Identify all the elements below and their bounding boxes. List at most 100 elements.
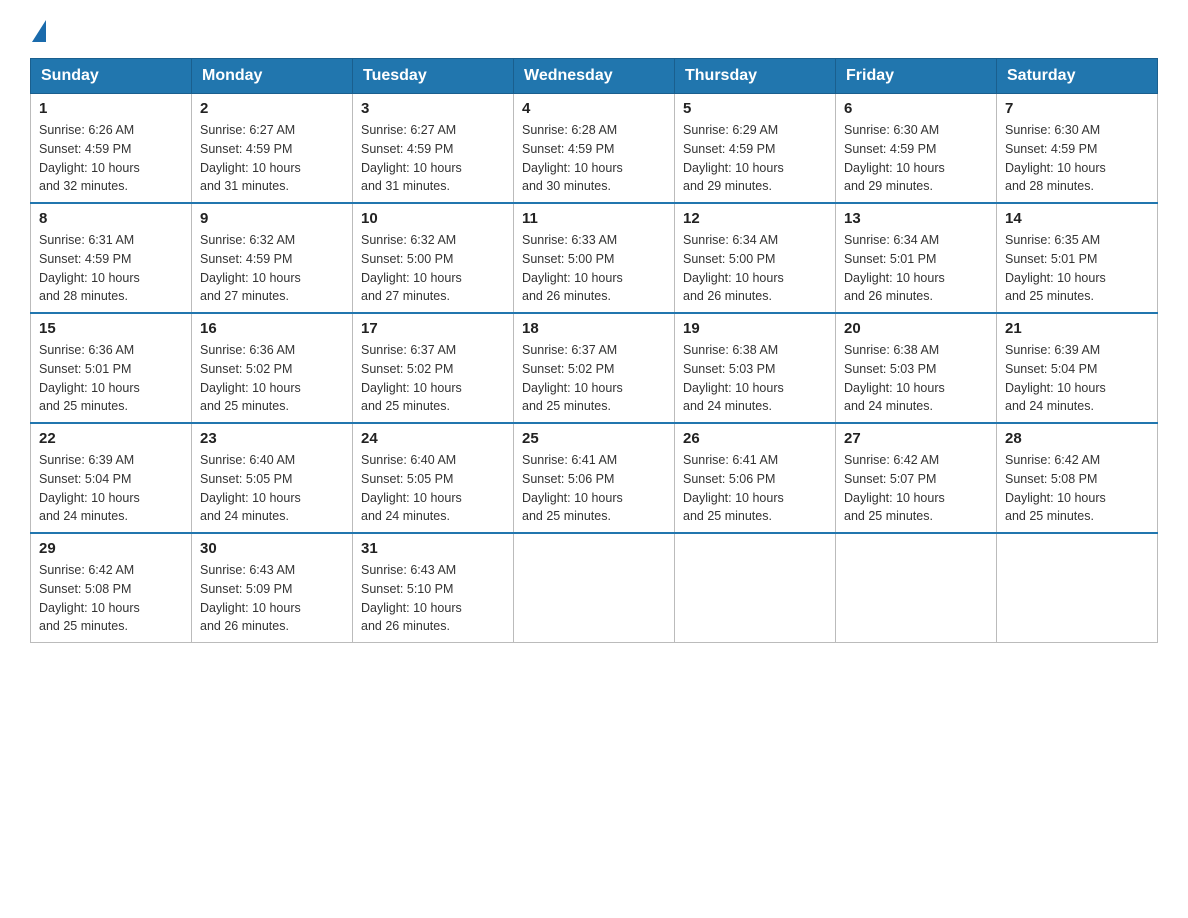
day-number: 17 xyxy=(361,320,505,337)
calendar-header-friday: Friday xyxy=(836,59,997,94)
day-number: 7 xyxy=(1005,100,1149,117)
day-info: Sunrise: 6:34 AMSunset: 5:01 PMDaylight:… xyxy=(844,233,945,303)
day-number: 15 xyxy=(39,320,183,337)
day-info: Sunrise: 6:37 AMSunset: 5:02 PMDaylight:… xyxy=(361,343,462,413)
calendar-cell: 17 Sunrise: 6:37 AMSunset: 5:02 PMDaylig… xyxy=(353,313,514,423)
day-info: Sunrise: 6:31 AMSunset: 4:59 PMDaylight:… xyxy=(39,233,140,303)
calendar-header-wednesday: Wednesday xyxy=(514,59,675,94)
day-number: 27 xyxy=(844,430,988,447)
day-info: Sunrise: 6:38 AMSunset: 5:03 PMDaylight:… xyxy=(844,343,945,413)
day-info: Sunrise: 6:41 AMSunset: 5:06 PMDaylight:… xyxy=(683,453,784,523)
calendar-cell: 13 Sunrise: 6:34 AMSunset: 5:01 PMDaylig… xyxy=(836,203,997,313)
calendar-header-tuesday: Tuesday xyxy=(353,59,514,94)
day-info: Sunrise: 6:42 AMSunset: 5:08 PMDaylight:… xyxy=(1005,453,1106,523)
day-info: Sunrise: 6:42 AMSunset: 5:07 PMDaylight:… xyxy=(844,453,945,523)
day-number: 28 xyxy=(1005,430,1149,447)
week-row-1: 1 Sunrise: 6:26 AMSunset: 4:59 PMDayligh… xyxy=(31,94,1158,204)
calendar-cell: 16 Sunrise: 6:36 AMSunset: 5:02 PMDaylig… xyxy=(192,313,353,423)
calendar-cell: 28 Sunrise: 6:42 AMSunset: 5:08 PMDaylig… xyxy=(997,423,1158,533)
calendar-header-monday: Monday xyxy=(192,59,353,94)
day-number: 23 xyxy=(200,430,344,447)
day-info: Sunrise: 6:27 AMSunset: 4:59 PMDaylight:… xyxy=(200,123,301,193)
calendar-cell: 21 Sunrise: 6:39 AMSunset: 5:04 PMDaylig… xyxy=(997,313,1158,423)
calendar-cell: 7 Sunrise: 6:30 AMSunset: 4:59 PMDayligh… xyxy=(997,94,1158,204)
calendar-cell: 12 Sunrise: 6:34 AMSunset: 5:00 PMDaylig… xyxy=(675,203,836,313)
calendar-cell: 1 Sunrise: 6:26 AMSunset: 4:59 PMDayligh… xyxy=(31,94,192,204)
calendar-cell xyxy=(836,533,997,643)
day-info: Sunrise: 6:40 AMSunset: 5:05 PMDaylight:… xyxy=(361,453,462,523)
day-number: 21 xyxy=(1005,320,1149,337)
day-number: 2 xyxy=(200,100,344,117)
calendar-cell: 19 Sunrise: 6:38 AMSunset: 5:03 PMDaylig… xyxy=(675,313,836,423)
day-info: Sunrise: 6:30 AMSunset: 4:59 PMDaylight:… xyxy=(844,123,945,193)
calendar-header-thursday: Thursday xyxy=(675,59,836,94)
day-info: Sunrise: 6:33 AMSunset: 5:00 PMDaylight:… xyxy=(522,233,623,303)
week-row-3: 15 Sunrise: 6:36 AMSunset: 5:01 PMDaylig… xyxy=(31,313,1158,423)
day-info: Sunrise: 6:35 AMSunset: 5:01 PMDaylight:… xyxy=(1005,233,1106,303)
calendar-cell: 8 Sunrise: 6:31 AMSunset: 4:59 PMDayligh… xyxy=(31,203,192,313)
calendar-header-row: SundayMondayTuesdayWednesdayThursdayFrid… xyxy=(31,59,1158,94)
calendar-cell: 9 Sunrise: 6:32 AMSunset: 4:59 PMDayligh… xyxy=(192,203,353,313)
day-number: 19 xyxy=(683,320,827,337)
calendar-cell: 31 Sunrise: 6:43 AMSunset: 5:10 PMDaylig… xyxy=(353,533,514,643)
calendar-cell: 26 Sunrise: 6:41 AMSunset: 5:06 PMDaylig… xyxy=(675,423,836,533)
calendar-cell: 25 Sunrise: 6:41 AMSunset: 5:06 PMDaylig… xyxy=(514,423,675,533)
day-number: 12 xyxy=(683,210,827,227)
week-row-5: 29 Sunrise: 6:42 AMSunset: 5:08 PMDaylig… xyxy=(31,533,1158,643)
day-info: Sunrise: 6:36 AMSunset: 5:02 PMDaylight:… xyxy=(200,343,301,413)
calendar-cell: 2 Sunrise: 6:27 AMSunset: 4:59 PMDayligh… xyxy=(192,94,353,204)
day-number: 6 xyxy=(844,100,988,117)
day-number: 9 xyxy=(200,210,344,227)
day-info: Sunrise: 6:27 AMSunset: 4:59 PMDaylight:… xyxy=(361,123,462,193)
day-number: 5 xyxy=(683,100,827,117)
week-row-2: 8 Sunrise: 6:31 AMSunset: 4:59 PMDayligh… xyxy=(31,203,1158,313)
calendar-cell: 20 Sunrise: 6:38 AMSunset: 5:03 PMDaylig… xyxy=(836,313,997,423)
calendar-cell: 5 Sunrise: 6:29 AMSunset: 4:59 PMDayligh… xyxy=(675,94,836,204)
day-info: Sunrise: 6:26 AMSunset: 4:59 PMDaylight:… xyxy=(39,123,140,193)
day-number: 1 xyxy=(39,100,183,117)
day-info: Sunrise: 6:28 AMSunset: 4:59 PMDaylight:… xyxy=(522,123,623,193)
calendar-cell: 30 Sunrise: 6:43 AMSunset: 5:09 PMDaylig… xyxy=(192,533,353,643)
day-info: Sunrise: 6:42 AMSunset: 5:08 PMDaylight:… xyxy=(39,563,140,633)
day-number: 13 xyxy=(844,210,988,227)
day-info: Sunrise: 6:39 AMSunset: 5:04 PMDaylight:… xyxy=(39,453,140,523)
day-info: Sunrise: 6:29 AMSunset: 4:59 PMDaylight:… xyxy=(683,123,784,193)
day-number: 8 xyxy=(39,210,183,227)
calendar-cell: 18 Sunrise: 6:37 AMSunset: 5:02 PMDaylig… xyxy=(514,313,675,423)
day-number: 16 xyxy=(200,320,344,337)
calendar-cell xyxy=(675,533,836,643)
day-info: Sunrise: 6:32 AMSunset: 4:59 PMDaylight:… xyxy=(200,233,301,303)
calendar-cell: 22 Sunrise: 6:39 AMSunset: 5:04 PMDaylig… xyxy=(31,423,192,533)
day-info: Sunrise: 6:40 AMSunset: 5:05 PMDaylight:… xyxy=(200,453,301,523)
day-number: 29 xyxy=(39,540,183,557)
calendar-cell: 29 Sunrise: 6:42 AMSunset: 5:08 PMDaylig… xyxy=(31,533,192,643)
calendar-cell: 6 Sunrise: 6:30 AMSunset: 4:59 PMDayligh… xyxy=(836,94,997,204)
calendar-cell xyxy=(514,533,675,643)
day-info: Sunrise: 6:32 AMSunset: 5:00 PMDaylight:… xyxy=(361,233,462,303)
day-info: Sunrise: 6:30 AMSunset: 4:59 PMDaylight:… xyxy=(1005,123,1106,193)
day-number: 25 xyxy=(522,430,666,447)
day-info: Sunrise: 6:41 AMSunset: 5:06 PMDaylight:… xyxy=(522,453,623,523)
day-info: Sunrise: 6:37 AMSunset: 5:02 PMDaylight:… xyxy=(522,343,623,413)
day-info: Sunrise: 6:38 AMSunset: 5:03 PMDaylight:… xyxy=(683,343,784,413)
day-info: Sunrise: 6:34 AMSunset: 5:00 PMDaylight:… xyxy=(683,233,784,303)
day-info: Sunrise: 6:43 AMSunset: 5:10 PMDaylight:… xyxy=(361,563,462,633)
day-number: 4 xyxy=(522,100,666,117)
calendar-cell: 10 Sunrise: 6:32 AMSunset: 5:00 PMDaylig… xyxy=(353,203,514,313)
page-header xyxy=(30,20,1158,40)
calendar-cell: 14 Sunrise: 6:35 AMSunset: 5:01 PMDaylig… xyxy=(997,203,1158,313)
calendar-header-saturday: Saturday xyxy=(997,59,1158,94)
calendar-cell: 24 Sunrise: 6:40 AMSunset: 5:05 PMDaylig… xyxy=(353,423,514,533)
week-row-4: 22 Sunrise: 6:39 AMSunset: 5:04 PMDaylig… xyxy=(31,423,1158,533)
day-number: 3 xyxy=(361,100,505,117)
logo-triangle-icon xyxy=(32,20,46,42)
day-number: 22 xyxy=(39,430,183,447)
calendar-cell xyxy=(997,533,1158,643)
calendar-cell: 11 Sunrise: 6:33 AMSunset: 5:00 PMDaylig… xyxy=(514,203,675,313)
day-number: 31 xyxy=(361,540,505,557)
calendar-table: SundayMondayTuesdayWednesdayThursdayFrid… xyxy=(30,58,1158,643)
calendar-cell: 27 Sunrise: 6:42 AMSunset: 5:07 PMDaylig… xyxy=(836,423,997,533)
day-number: 10 xyxy=(361,210,505,227)
day-number: 14 xyxy=(1005,210,1149,227)
calendar-cell: 15 Sunrise: 6:36 AMSunset: 5:01 PMDaylig… xyxy=(31,313,192,423)
